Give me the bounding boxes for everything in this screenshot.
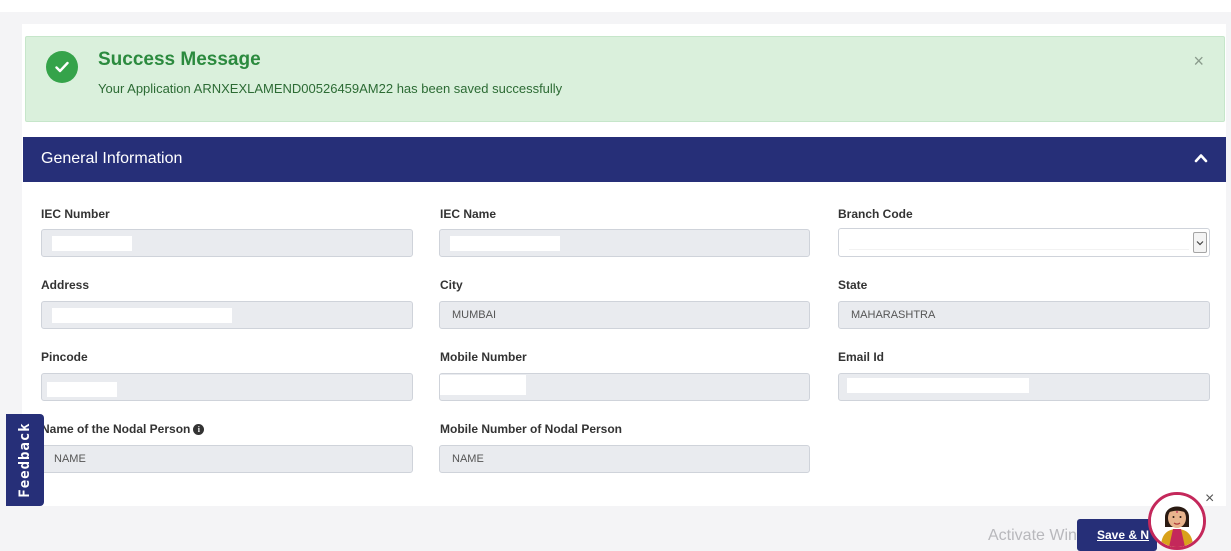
nodal-person-name-input[interactable]: NAME <box>41 445 413 473</box>
address-input[interactable] <box>41 301 413 329</box>
close-icon[interactable]: × <box>1205 490 1214 508</box>
email-id-label: Email Id <box>838 350 885 364</box>
address-label: Address <box>41 278 90 292</box>
branch-code-select[interactable] <box>838 228 1210 257</box>
branch-code-value <box>849 236 1189 250</box>
redaction <box>847 378 1029 393</box>
chevron-down-icon[interactable] <box>1193 232 1207 253</box>
close-icon[interactable]: × <box>1193 51 1204 72</box>
redaction <box>52 308 232 323</box>
pincode-input[interactable] <box>41 373 413 401</box>
section-title: General Information <box>41 150 183 167</box>
nodal-person-name-label-text: Name of the Nodal Person <box>41 422 191 436</box>
nodal-person-mobile-input[interactable]: NAME <box>439 445 810 473</box>
branch-code-label: Branch Code <box>838 207 913 221</box>
general-information-header[interactable]: General Information <box>23 137 1226 182</box>
redaction <box>52 236 132 251</box>
pincode-label: Pincode <box>41 350 88 364</box>
redaction <box>47 382 117 397</box>
alert-message: Your Application ARNXEXLAMEND00526459AM2… <box>98 81 563 96</box>
state-label: State <box>838 278 868 292</box>
mobile-number-label: Mobile Number <box>440 350 527 364</box>
redaction <box>440 375 526 395</box>
state-input[interactable]: MAHARASHTRA <box>838 301 1210 329</box>
top-band <box>0 0 1231 12</box>
iec-number-label: IEC Number <box>41 207 110 221</box>
success-alert: Success Message Your Application ARNXEXL… <box>25 36 1225 122</box>
info-icon[interactable]: i <box>193 424 205 435</box>
nodal-person-name-label: Name of the Nodal Person i <box>41 422 205 436</box>
chevron-up-icon[interactable] <box>1194 151 1208 170</box>
city-input[interactable]: MUMBAI <box>439 301 810 329</box>
assistant-avatar-icon[interactable] <box>1148 492 1206 550</box>
check-icon <box>46 51 78 83</box>
redaction <box>450 236 560 251</box>
nodal-person-mobile-label: Mobile Number of Nodal Person <box>440 422 623 436</box>
mobile-number-input[interactable] <box>439 373 810 401</box>
feedback-label: Feedback <box>17 422 33 498</box>
email-id-input[interactable] <box>838 373 1210 401</box>
save-and-next-button[interactable]: Save & N <box>1077 519 1157 551</box>
iec-name-input[interactable] <box>439 229 810 257</box>
city-label: City <box>440 278 463 292</box>
alert-title: Success Message <box>98 49 261 70</box>
feedback-tab[interactable]: Feedback <box>6 414 44 506</box>
iec-name-label: IEC Name <box>440 207 497 221</box>
iec-number-input[interactable] <box>41 229 413 257</box>
